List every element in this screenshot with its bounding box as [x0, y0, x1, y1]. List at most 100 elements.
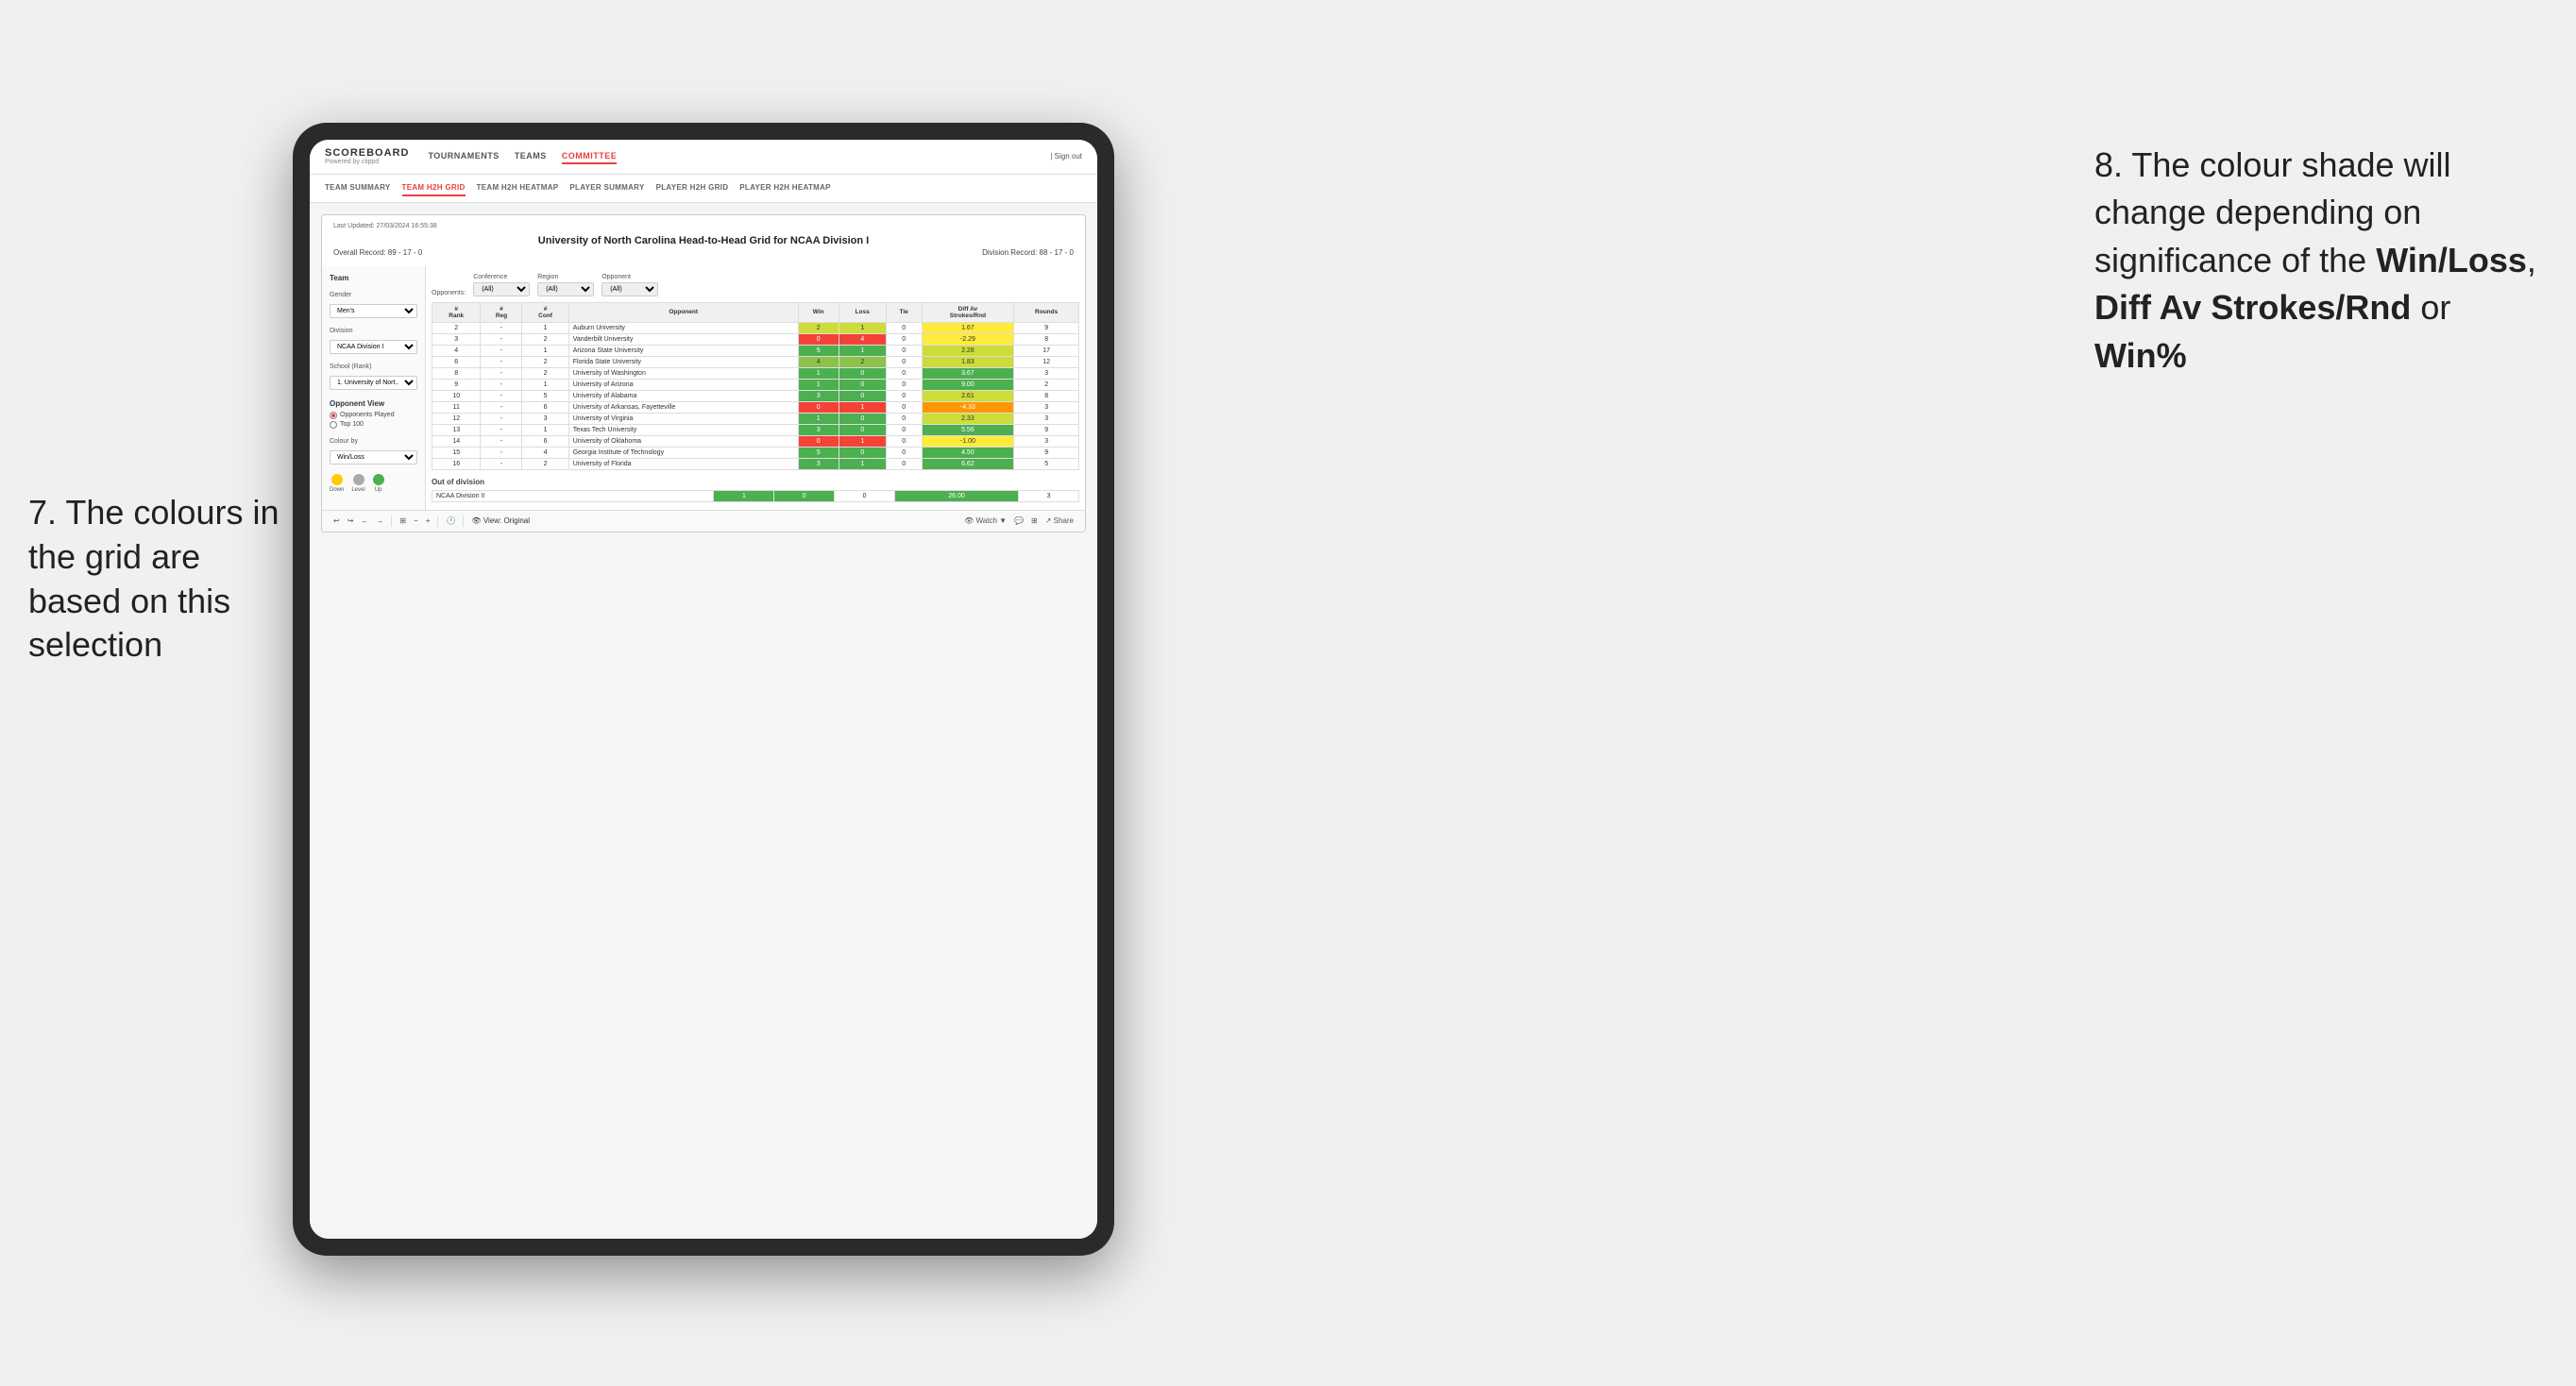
cell-win: 0 — [798, 401, 839, 413]
undo-btn[interactable]: ↩ — [333, 516, 340, 525]
cell-rounds: 3 — [1014, 367, 1079, 379]
grid-btn[interactable]: ⊞ — [1031, 516, 1038, 525]
legend-down: Down — [330, 474, 344, 493]
cell-tie: 0 — [886, 356, 922, 367]
cell-loss: 1 — [839, 435, 886, 447]
minus-btn[interactable]: − — [414, 516, 418, 525]
cell-tie: 0 — [886, 322, 922, 333]
cell-opponent: University of Arizona — [568, 379, 798, 390]
cell-rank: 10 — [432, 390, 481, 401]
school-select[interactable]: 1. University of Nort... — [330, 376, 417, 390]
legend-level: Level — [351, 474, 364, 493]
share-btn[interactable]: ↗ Share — [1045, 516, 1074, 525]
subnav-team-h2h-grid[interactable]: TEAM H2H GRID — [402, 180, 466, 196]
nav-teams[interactable]: TEAMS — [515, 149, 547, 164]
radio-dot-opponents — [330, 412, 337, 419]
colour-by-select[interactable]: Win/Loss — [330, 450, 417, 465]
cell-conf: 1 — [522, 424, 568, 435]
school-section: School (Rank) 1. University of Nort... — [330, 363, 417, 390]
divider1 — [391, 516, 392, 527]
table-row: 6 - 2 Florida State University 4 2 0 1.8… — [432, 356, 1079, 367]
back-btn[interactable]: ← — [361, 516, 368, 525]
nav-committee[interactable]: COMMITTEE — [562, 149, 618, 164]
cell-reg: - — [481, 322, 522, 333]
opponent-select[interactable]: (All) — [602, 282, 658, 296]
cell-diff: 3.67 — [922, 367, 1014, 379]
bottom-toolbar: ↩ ↪ ← → ⊞ − + 🕐 👁 View: Original 👁 Watch… — [322, 510, 1085, 532]
out-of-division: Out of division NCAA Division II 1 0 0 2… — [432, 478, 1079, 502]
cell-win: 0 — [798, 435, 839, 447]
team-label: Team — [330, 274, 417, 282]
cell-tie: 0 — [886, 379, 922, 390]
cell-rounds: 2 — [1014, 379, 1079, 390]
cell-conf: 6 — [522, 401, 568, 413]
comment-btn[interactable]: 💬 — [1014, 516, 1024, 525]
cell-win: 1 — [798, 413, 839, 424]
subnav-player-h2h-heatmap[interactable]: PLAYER H2H HEATMAP — [739, 180, 831, 196]
cell-conf: 4 — [522, 447, 568, 458]
table-row: 8 - 2 University of Washington 1 0 0 3.6… — [432, 367, 1079, 379]
school-label: School (Rank) — [330, 363, 417, 370]
cell-opponent: University of Alabama — [568, 390, 798, 401]
cell-conf: 1 — [522, 322, 568, 333]
nav-tournaments[interactable]: TOURNAMENTS — [428, 149, 499, 164]
logo-text: SCOREBOARD — [325, 147, 409, 159]
radio-opponents-played[interactable]: Opponents Played — [330, 412, 417, 419]
th-win: Win — [798, 302, 839, 322]
legend-down-swatch — [331, 474, 343, 485]
redo-btn[interactable]: ↪ — [347, 516, 354, 525]
cell-tie: 0 — [886, 333, 922, 345]
cell-rank: 14 — [432, 435, 481, 447]
cell-rounds: 12 — [1014, 356, 1079, 367]
subnav-player-h2h-grid[interactable]: PLAYER H2H GRID — [656, 180, 729, 196]
report-records: Overall Record: 89 - 17 - 0 Division Rec… — [333, 248, 1074, 257]
clock-btn[interactable]: 🕐 — [446, 516, 455, 525]
cell-tie: 0 — [886, 435, 922, 447]
cell-rank: 3 — [432, 333, 481, 345]
table-row: 11 - 6 University of Arkansas, Fayettevi… — [432, 401, 1079, 413]
conference-filter: Conference (All) — [473, 274, 530, 296]
th-loss: Loss — [839, 302, 886, 322]
tablet-frame: SCOREBOARD Powered by clippd TOURNAMENTS… — [293, 123, 1114, 1256]
cell-win: 1 — [798, 367, 839, 379]
out-of-division-table: NCAA Division II 1 0 0 26.00 3 — [432, 490, 1079, 502]
main-content: Last Updated: 27/03/2024 16:55:38 Univer… — [310, 203, 1097, 1239]
filters-row: Opponents: Conference (All) Region ( — [432, 274, 1079, 296]
division-record: Division Record: 88 - 17 - 0 — [982, 248, 1074, 257]
team-section: Team — [330, 274, 417, 282]
plus-btn[interactable]: + — [426, 516, 431, 525]
opponent-filter: Opponent (All) — [602, 274, 658, 296]
cell-win: 3 — [798, 458, 839, 469]
logo: SCOREBOARD Powered by clippd — [325, 147, 409, 166]
sign-out-link[interactable]: | Sign out — [1050, 152, 1082, 161]
cell-loss: 2 — [839, 356, 886, 367]
cell-rounds: 3 — [1014, 401, 1079, 413]
legend-up-swatch — [373, 474, 384, 485]
radio-top100[interactable]: Top 100 — [330, 421, 417, 429]
cell-diff: -1.00 — [922, 435, 1014, 447]
cell-name: NCAA Division II — [432, 490, 714, 501]
cell-tie: 0 — [886, 345, 922, 356]
cell-conf: 6 — [522, 435, 568, 447]
cell-loss: 0 — [839, 424, 886, 435]
zoom-btn[interactable]: ⊞ — [399, 516, 406, 525]
legend-level-swatch — [353, 474, 364, 485]
gender-section: Gender Men's — [330, 292, 417, 318]
cell-opponent: Georgia Institute of Technology — [568, 447, 798, 458]
division-select[interactable]: NCAA Division I — [330, 340, 417, 354]
cell-win: 1 — [798, 379, 839, 390]
subnav-team-h2h-heatmap[interactable]: TEAM H2H HEATMAP — [477, 180, 559, 196]
colour-by-section: Colour by Win/Loss — [330, 438, 417, 465]
subnav-team-summary[interactable]: TEAM SUMMARY — [325, 180, 391, 196]
cell-diff: -4.33 — [922, 401, 1014, 413]
gender-select[interactable]: Men's — [330, 304, 417, 318]
cell-diff: 4.50 — [922, 447, 1014, 458]
conference-filter-label: Conference — [473, 274, 530, 280]
fwd-btn[interactable]: → — [376, 516, 383, 525]
cell-tie: 0 — [835, 490, 895, 501]
region-select[interactable]: (All) — [537, 282, 594, 296]
subnav-player-summary[interactable]: PLAYER SUMMARY — [569, 180, 644, 196]
cell-rounds: 5 — [1014, 458, 1079, 469]
conference-select[interactable]: (All) — [473, 282, 530, 296]
watch-btn[interactable]: 👁 Watch ▼ — [964, 516, 1007, 525]
